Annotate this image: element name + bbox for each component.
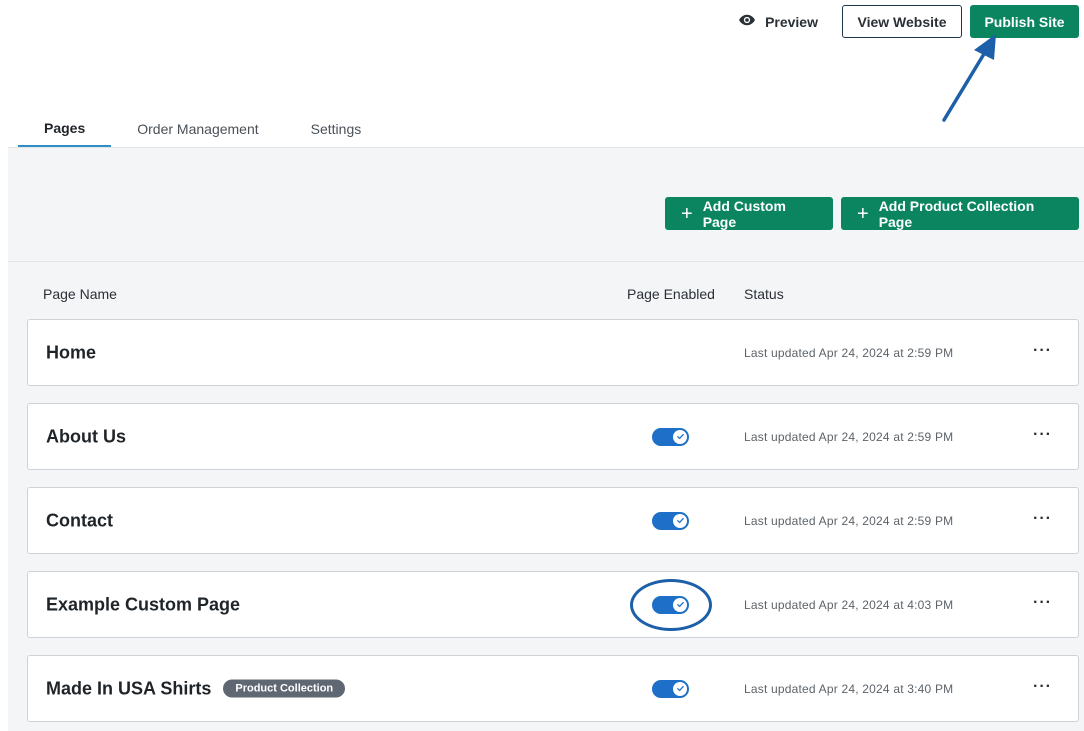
page-status: Last updated Apr 24, 2024 at 2:59 PM	[744, 345, 954, 360]
tab-pages[interactable]: Pages	[18, 120, 112, 147]
top-actions: Preview View Website Publish Site	[728, 5, 1079, 38]
page-name-text: About Us	[46, 426, 126, 446]
page-name: About Us	[46, 426, 126, 447]
check-icon	[676, 517, 684, 524]
add-custom-page-label: Add Custom Page	[702, 197, 786, 230]
tab-settings[interactable]: Settings	[285, 121, 388, 147]
table-row[interactable]: About Us Last updated Apr 24, 2024 at 2:…	[27, 403, 1079, 470]
column-header-page-name: Page Name	[43, 286, 117, 302]
more-horizontal-icon[interactable]: ···	[1033, 678, 1052, 696]
check-icon	[676, 601, 684, 608]
tab-bar: Pages Order Management Settings	[18, 113, 387, 147]
check-icon	[676, 433, 684, 440]
preview-label: Preview	[765, 13, 818, 30]
page-name-text: Home	[46, 342, 97, 362]
add-page-actions: + Add Custom Page + Add Product Collecti…	[665, 197, 1079, 230]
page-status: Last updated Apr 24, 2024 at 2:59 PM	[744, 429, 954, 444]
page-status: Last updated Apr 24, 2024 at 3:40 PM	[744, 681, 954, 696]
more-horizontal-icon[interactable]: ···	[1033, 510, 1052, 528]
page-name: Contact	[46, 510, 113, 531]
plus-icon: +	[857, 202, 869, 225]
page-name-text: Made In USA Shirts	[46, 678, 212, 698]
add-custom-page-button[interactable]: + Add Custom Page	[665, 197, 833, 230]
column-header-page-enabled: Page Enabled	[627, 286, 715, 302]
table-row[interactable]: Contact Last updated Apr 24, 2024 at 2:5…	[27, 487, 1079, 554]
plus-icon: +	[681, 202, 693, 225]
toggle-knob	[673, 597, 687, 612]
page-status: Last updated Apr 24, 2024 at 2:59 PM	[744, 513, 954, 528]
page-name: Example Custom Page	[46, 594, 240, 615]
page-name-text: Contact	[46, 510, 113, 530]
add-collection-page-label: Add Product Collection Page	[878, 197, 1035, 230]
page-enabled-toggle[interactable]	[652, 511, 689, 530]
eye-icon	[738, 11, 756, 32]
page-name: Home	[46, 342, 96, 363]
add-product-collection-page-button[interactable]: + Add Product Collection Page	[841, 197, 1079, 230]
tab-order-management[interactable]: Order Management	[111, 121, 284, 147]
toggle-knob	[673, 681, 687, 696]
toggle-knob	[673, 513, 687, 528]
page-root: Preview View Website Publish Site Pages …	[0, 0, 1084, 731]
annotation-arrow-icon	[942, 34, 996, 122]
pages-panel: + Add Custom Page + Add Product Collecti…	[8, 147, 1084, 731]
toggle-knob	[673, 429, 687, 444]
page-enabled-toggle[interactable]	[652, 679, 689, 698]
page-enabled-toggle[interactable]	[652, 427, 689, 446]
page-name-text: Example Custom Page	[46, 594, 241, 614]
more-horizontal-icon[interactable]: ···	[1033, 426, 1052, 444]
table-row[interactable]: Made In USA Shirts Product Collection La…	[27, 655, 1079, 722]
more-horizontal-icon[interactable]: ···	[1033, 594, 1052, 612]
check-icon	[676, 685, 684, 692]
page-status: Last updated Apr 24, 2024 at 4:03 PM	[744, 597, 954, 612]
page-enabled-toggle[interactable]	[652, 595, 689, 614]
product-collection-badge: Product Collection	[223, 679, 346, 698]
table-row[interactable]: Home Last updated Apr 24, 2024 at 2:59 P…	[27, 319, 1079, 386]
table-header: Page Name Page Enabled Status	[8, 286, 1084, 306]
preview-button[interactable]: Preview	[728, 5, 828, 38]
divider	[8, 261, 1084, 262]
page-name: Made In USA Shirts Product Collection	[46, 678, 346, 699]
more-horizontal-icon[interactable]: ···	[1033, 342, 1052, 360]
column-header-status: Status	[744, 286, 784, 302]
table-row[interactable]: Example Custom Page Last updated Apr 24,…	[27, 571, 1079, 638]
